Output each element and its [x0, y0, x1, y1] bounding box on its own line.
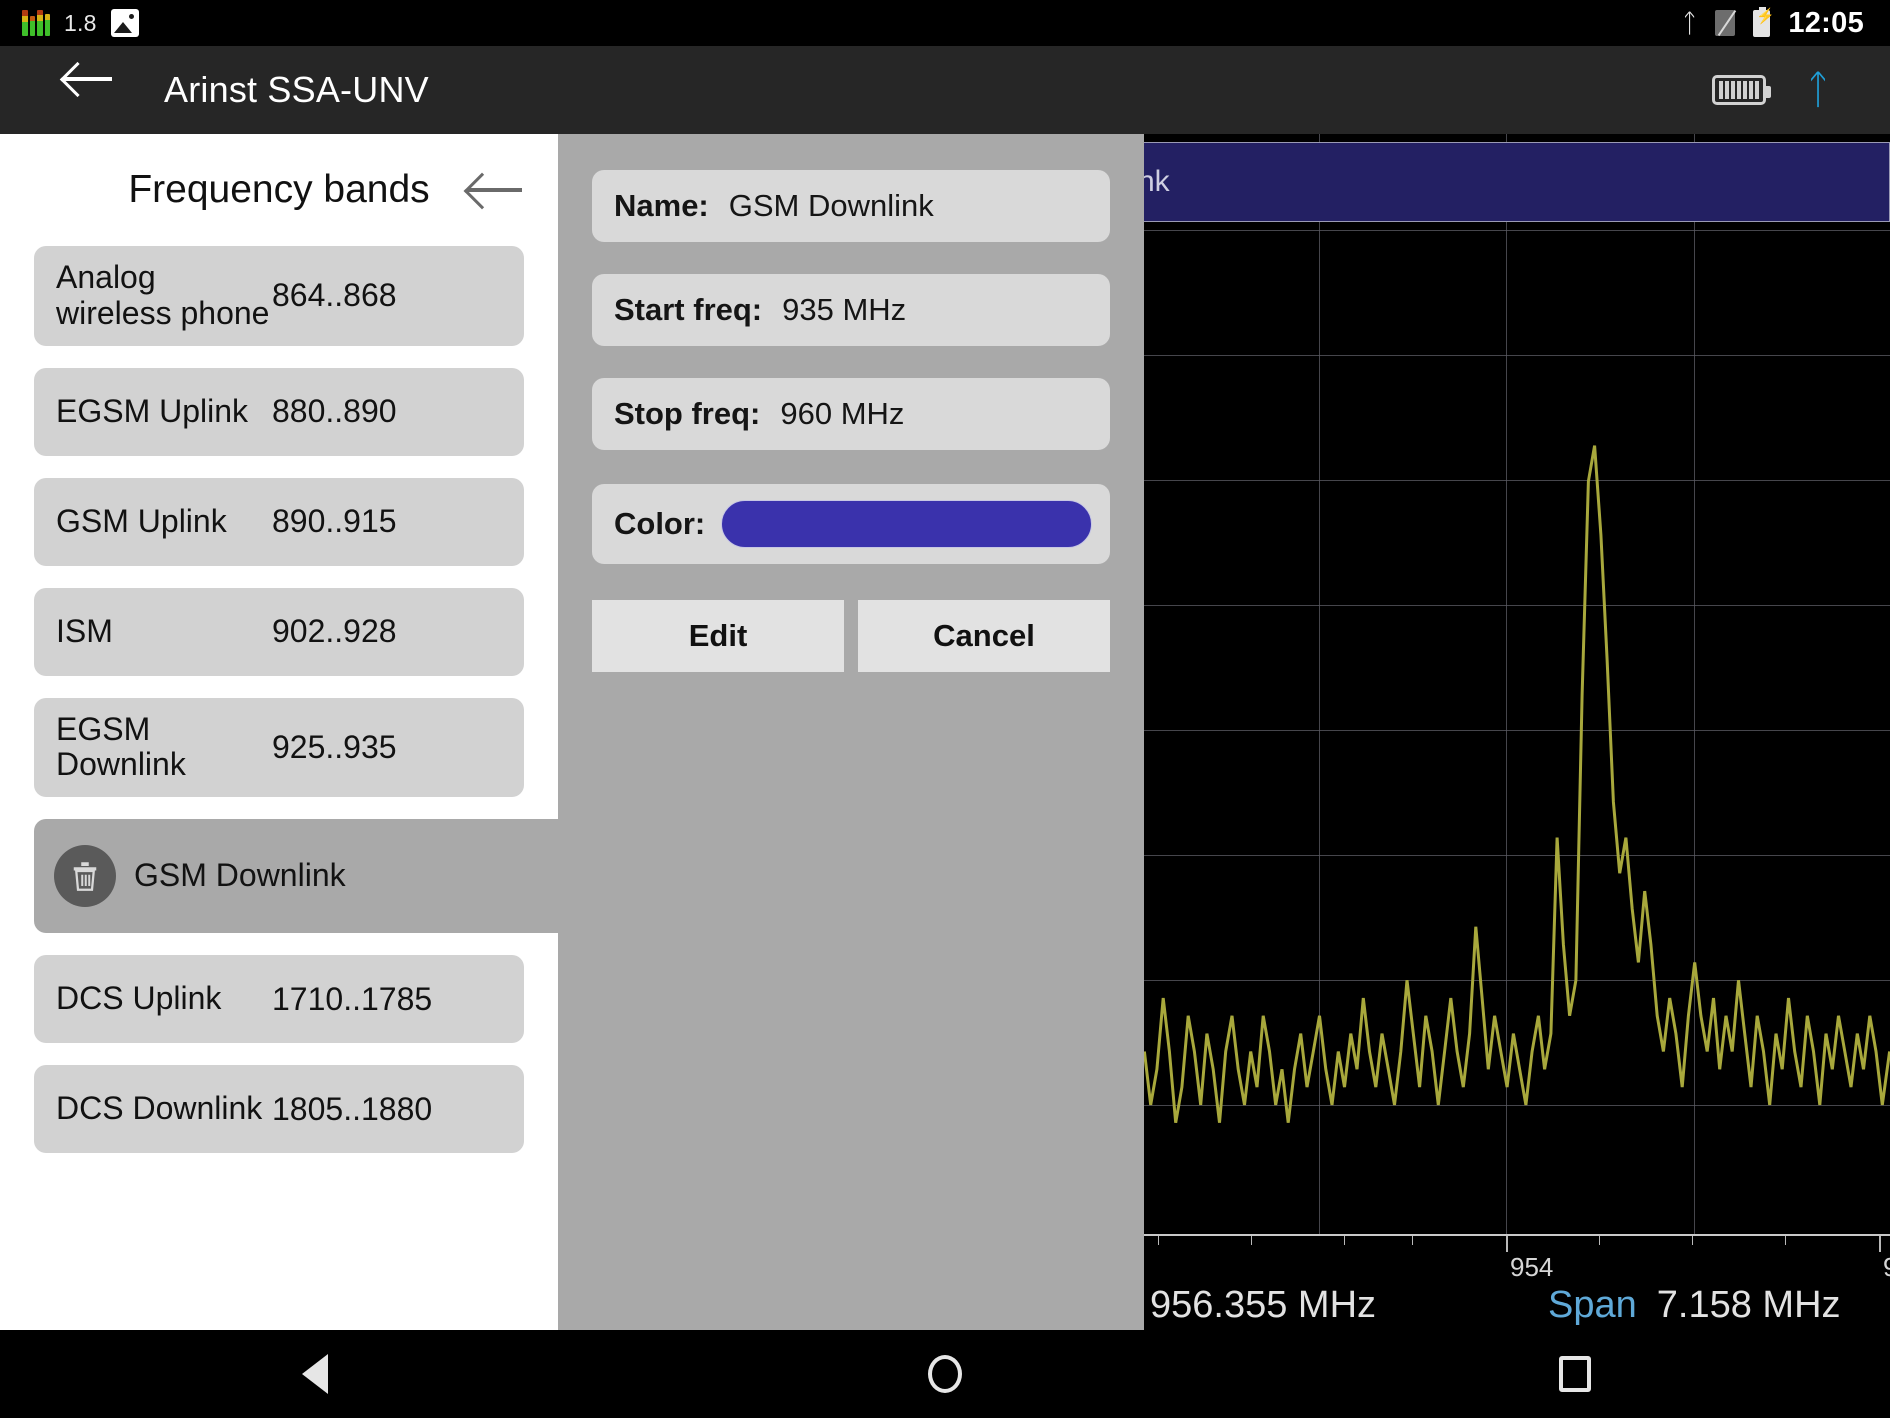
- stop-freq-field[interactable]: Stop freq: 960 MHz: [592, 378, 1110, 450]
- frequency-bands-panel: Frequency bands Analog wireless phone 864…: [0, 134, 558, 1330]
- color-label: Color:: [614, 506, 706, 541]
- start-freq-field[interactable]: Start freq: 935 MHz: [592, 274, 1110, 346]
- axis-tick-major: [1506, 1236, 1508, 1252]
- band-range: 890..915: [272, 503, 397, 540]
- status-bar-left: 1.8: [0, 9, 139, 37]
- band-row[interactable]: ISM 902..928: [34, 587, 524, 676]
- spectrum-trace: [1144, 445, 1890, 1123]
- axis-tick-label: 954: [1510, 1252, 1554, 1282]
- battery-charging-icon: [1753, 6, 1775, 37]
- axis-tick-minor: [1344, 1236, 1345, 1245]
- screen: 1.8 ᛏ 12:05 Arinst SSA-UNV ᛏ: [0, 0, 1890, 1418]
- nav-home-button[interactable]: [885, 1344, 1005, 1404]
- band-name: ISM: [56, 612, 113, 649]
- nav-recents-button[interactable]: [1515, 1344, 1635, 1404]
- dialog-button-row: Edit Cancel: [592, 600, 1110, 672]
- gallery-icon: [110, 9, 139, 37]
- axis-tick-minor: [1412, 1236, 1413, 1245]
- app-bar-actions: ᛏ: [1712, 70, 1890, 110]
- band-name: EGSM Uplink: [56, 392, 249, 429]
- band-name: DCS Downlink: [56, 1090, 263, 1127]
- equalizer-icon: [22, 10, 50, 36]
- axis-tick-label: 956: [1883, 1252, 1890, 1283]
- status-level-value: 1.8: [64, 9, 97, 36]
- axis-tick-minor: [1692, 1236, 1693, 1245]
- bluetooth-connected-icon[interactable]: ᛏ: [1806, 70, 1830, 110]
- color-swatch[interactable]: [721, 500, 1092, 548]
- axis-tick-minor: [1599, 1236, 1600, 1245]
- status-bar-right: ᛏ 12:05: [1681, 6, 1890, 40]
- frequency-bands-back-button[interactable]: [468, 172, 524, 208]
- edit-button[interactable]: Edit: [592, 600, 844, 672]
- android-status-bar: 1.8 ᛏ 12:05: [0, 0, 1890, 46]
- name-label: Name:: [614, 188, 709, 223]
- trash-glyph: [73, 862, 97, 892]
- frequency-bands-title: Frequency bands: [128, 168, 430, 211]
- band-range: 902..928: [272, 613, 397, 650]
- band-row[interactable]: DCS Downlink 1805..1880: [34, 1065, 524, 1154]
- axis-tick-major: [1879, 1236, 1881, 1252]
- band-name: EGSM Downlink: [56, 710, 186, 783]
- band-range: 1805..1880: [272, 1090, 433, 1127]
- frequency-bands-list: Analog wireless phone 864..868 EGSM Uplink…: [0, 246, 558, 1154]
- band-row[interactable]: EGSM Downlink 925..935: [34, 697, 524, 798]
- nav-back-button[interactable]: [255, 1344, 375, 1404]
- band-name: DCS Uplink: [56, 980, 222, 1017]
- start-freq-label: Start freq:: [614, 292, 763, 327]
- band-row[interactable]: GSM Uplink 890..915: [34, 477, 524, 566]
- app-bar-back-button[interactable]: [64, 62, 120, 118]
- span-label: Span: [1548, 1284, 1637, 1326]
- stop-freq-label: Stop freq:: [614, 396, 761, 431]
- axis-tick-minor: [1785, 1236, 1786, 1245]
- band-name: Analog wireless phone: [56, 259, 270, 331]
- app-title: Arinst SSA-UNV: [164, 69, 429, 110]
- band-range: 925..935: [272, 728, 397, 765]
- axis-tick-minor: [1251, 1236, 1252, 1245]
- band-range: 880..890: [272, 393, 397, 430]
- nav-back-icon: [302, 1354, 328, 1394]
- cancel-button[interactable]: Cancel: [858, 600, 1110, 672]
- nav-home-icon: [928, 1355, 962, 1393]
- band-name: GSM Downlink: [134, 857, 346, 894]
- frequency-bands-header: Frequency bands: [0, 134, 558, 246]
- name-value: GSM Downlink: [728, 188, 934, 223]
- sim-off-icon: [1715, 10, 1736, 36]
- battery-full-icon: [1712, 75, 1771, 105]
- band-name: GSM Uplink: [56, 502, 227, 539]
- frequency-axis: [1144, 1234, 1890, 1236]
- name-field[interactable]: Name: GSM Downlink: [592, 170, 1110, 242]
- band-edit-dialog: Name: GSM Downlink Start freq: 935 MHz S…: [558, 134, 1144, 1330]
- center-frequency-value: 956.355 MHz: [1150, 1284, 1377, 1326]
- spectrum-readout: 956.355 MHz Span 7.158 MHz: [1150, 1284, 1890, 1327]
- app-bar: Arinst SSA-UNV ᛏ: [0, 46, 1890, 134]
- status-clock: 12:05: [1788, 6, 1864, 39]
- band-range: 864..868: [272, 277, 397, 314]
- start-freq-value: 935 MHz: [782, 292, 907, 327]
- spectrum-chart[interactable]: nk 954 956 956.355 MHz Span 7.158 MHz: [1144, 134, 1890, 1330]
- nav-recents-icon: [1559, 1356, 1591, 1392]
- trash-icon[interactable]: [54, 845, 116, 908]
- band-range: 1710..1785: [272, 980, 433, 1017]
- android-nav-bar: [0, 1330, 1890, 1418]
- axis-tick-minor: [1158, 1236, 1159, 1245]
- bluetooth-icon: ᛏ: [1681, 8, 1698, 38]
- span-value: 7.158 MHz: [1656, 1284, 1841, 1326]
- band-row[interactable]: DCS Uplink 1710..1785: [34, 955, 524, 1044]
- stop-freq-value: 960 MHz: [780, 396, 905, 431]
- band-row[interactable]: EGSM Uplink 880..890: [34, 367, 524, 456]
- band-row-selected[interactable]: GSM Downlink: [34, 819, 558, 934]
- band-row[interactable]: Analog wireless phone 864..868: [34, 246, 524, 346]
- color-field[interactable]: Color:: [592, 484, 1110, 564]
